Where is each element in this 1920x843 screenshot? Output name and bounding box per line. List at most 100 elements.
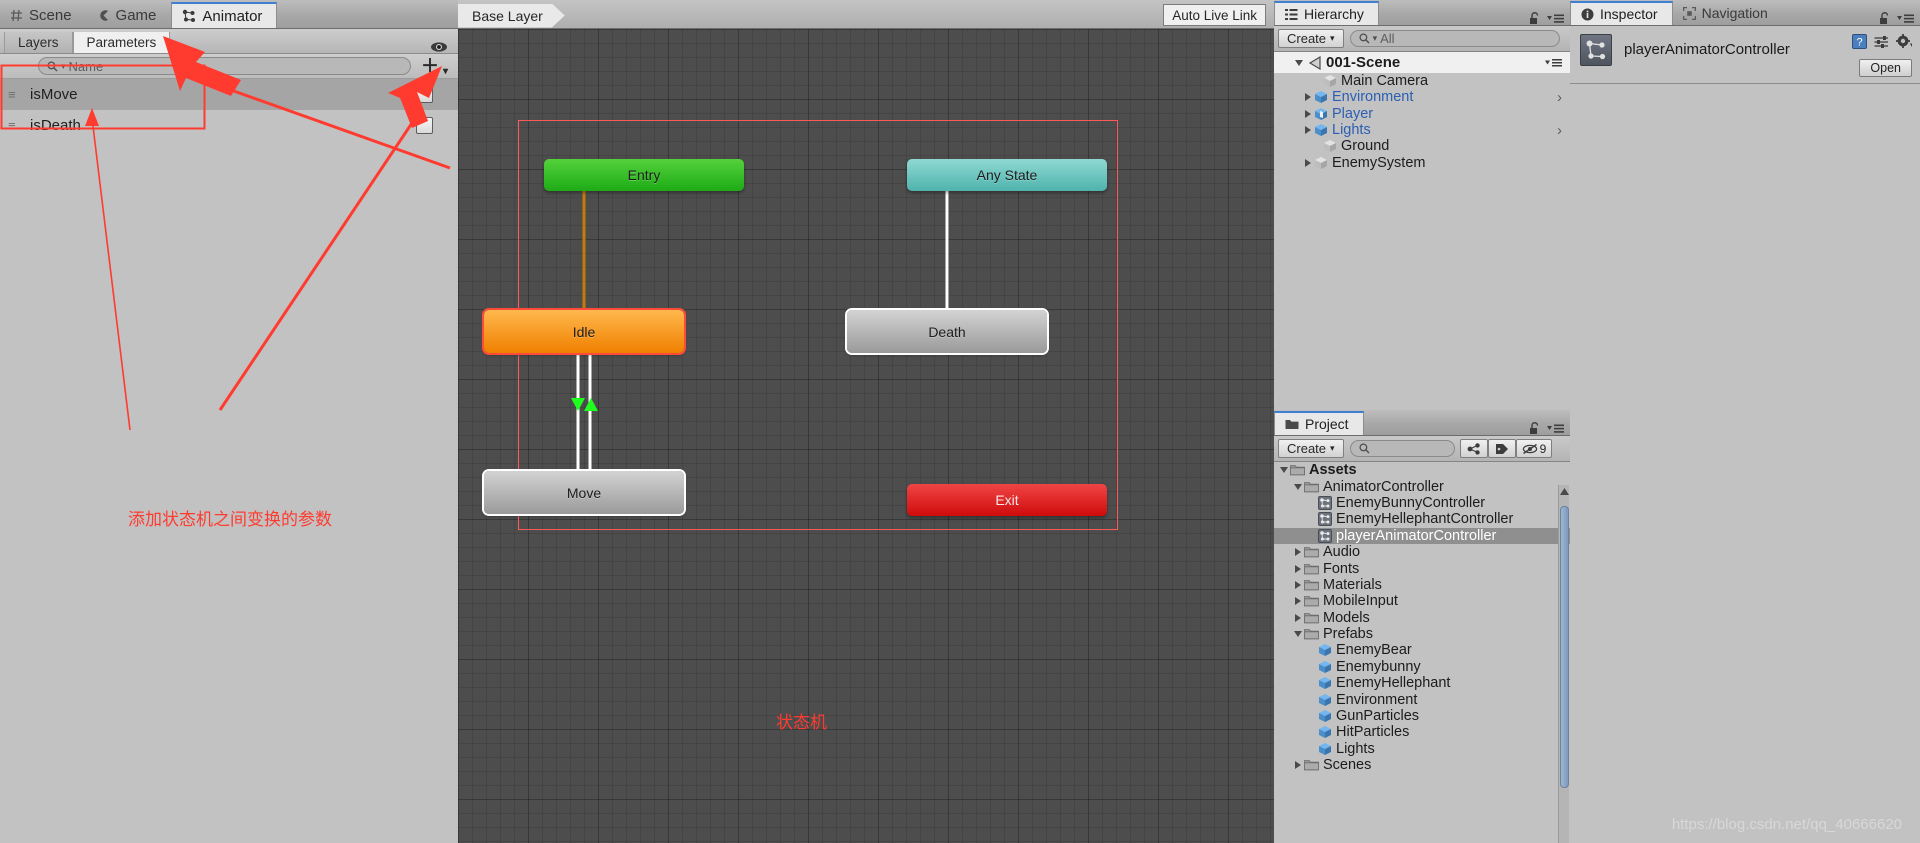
gear-icon[interactable]: ▾: [1896, 34, 1912, 49]
expand-arrow[interactable]: [1291, 597, 1304, 606]
scene-context-menu-icon[interactable]: [1545, 58, 1562, 68]
breadcrumb-base-layer[interactable]: Base Layer: [458, 4, 565, 28]
state-node-move[interactable]: Move: [484, 471, 684, 514]
project-row-gunparticles[interactable]: GunParticles: [1274, 708, 1570, 724]
tab-project[interactable]: Project: [1274, 411, 1364, 435]
layer-visibility-toggle[interactable]: [430, 41, 458, 53]
tab-inspector[interactable]: Inspector: [1570, 1, 1673, 25]
project-row-enemyhellephant[interactable]: EnemyHellephant: [1274, 675, 1570, 691]
hierarchy-scene-row[interactable]: 001-Scene: [1274, 52, 1570, 73]
project-row-playeranimatorcontroller[interactable]: playerAnimatorController: [1274, 527, 1570, 544]
hierarchy-row-enemysystem[interactable]: EnemySystem: [1292, 154, 1570, 171]
project-hidden-filter-button[interactable]: 9: [1515, 439, 1553, 458]
panel-menu-icon[interactable]: [1547, 13, 1564, 24]
hierarchy-row-main-camera[interactable]: Main Camera: [1292, 73, 1570, 89]
project-row-scenes[interactable]: Scenes: [1274, 757, 1570, 773]
subtab-parameters[interactable]: Parameters: [72, 32, 171, 53]
preset-icon[interactable]: [1874, 35, 1889, 49]
state-node-exit[interactable]: Exit: [907, 484, 1107, 516]
hierarchy-row-ground[interactable]: Ground: [1292, 138, 1570, 154]
help-icon[interactable]: ?: [1852, 34, 1867, 49]
tab-animator-label: Animator: [202, 7, 263, 25]
hierarchy-search-input[interactable]: ▾ All: [1349, 30, 1560, 47]
parameter-row-ismove[interactable]: ≡ isMove: [0, 79, 458, 110]
project-row-label: Scenes: [1323, 757, 1372, 774]
hierarchy-row-lights[interactable]: Lights ›: [1292, 122, 1570, 139]
project-tree[interactable]: Assets AnimatorController EnemyBunnyContro…: [1274, 462, 1570, 841]
hierarchy-create-button[interactable]: Create ▾: [1278, 29, 1344, 48]
animator-icon: [182, 9, 196, 23]
parameter-search-row: ▾ Name ＋ ▾: [0, 54, 458, 79]
project-panel: Project Create ▾ 9 Assets AnimatorContro…: [1274, 410, 1570, 843]
lock-icon[interactable]: [1879, 12, 1890, 25]
tab-navigation[interactable]: Navigation: [1673, 1, 1783, 25]
auto-live-link-button[interactable]: Auto Live Link: [1163, 4, 1266, 26]
expand-arrow[interactable]: [1291, 613, 1304, 622]
expand-arrow[interactable]: [1291, 564, 1304, 573]
grid-icon: [10, 9, 23, 22]
project-row-hitparticles[interactable]: HitParticles: [1274, 724, 1570, 740]
project-row-enemybear[interactable]: EnemyBear: [1274, 642, 1570, 658]
panel-menu-icon[interactable]: [1897, 13, 1914, 24]
expand-arrow[interactable]: [1291, 483, 1304, 490]
overflow-chevron-icon[interactable]: ›: [1557, 89, 1562, 106]
state-machine-canvas[interactable]: Entry Any State Idle Death Move Exit 状态机: [458, 29, 1274, 843]
hierarchy-row-player[interactable]: Player: [1292, 106, 1570, 122]
parameter-row-isdeath[interactable]: ≡ isDeath: [0, 110, 458, 141]
expand-arrow[interactable]: [1301, 158, 1314, 167]
overflow-chevron-icon[interactable]: ›: [1557, 122, 1562, 139]
hierarchy-row-environment[interactable]: Environment ›: [1292, 89, 1570, 106]
expand-arrow[interactable]: [1291, 631, 1304, 638]
project-row-models[interactable]: Models: [1274, 610, 1570, 626]
drag-handle-icon[interactable]: ≡: [8, 118, 30, 133]
expand-arrow[interactable]: [1301, 126, 1314, 135]
tab-animator[interactable]: Animator: [171, 2, 278, 28]
project-row-materials[interactable]: Materials: [1274, 577, 1570, 593]
tab-hierarchy[interactable]: Hierarchy: [1274, 1, 1379, 25]
scroll-up-arrow-icon[interactable]: [1560, 488, 1569, 495]
project-scrollbar-thumb[interactable]: [1560, 506, 1569, 788]
project-row-enemybunny[interactable]: Enemybunny: [1274, 659, 1570, 675]
expand-arrow[interactable]: [1291, 580, 1304, 589]
project-row-prefabs[interactable]: Prefabs: [1274, 626, 1570, 642]
add-parameter-button[interactable]: ＋ ▾: [417, 57, 452, 76]
tab-scene[interactable]: Scene: [0, 2, 87, 28]
expand-arrow[interactable]: [1301, 109, 1314, 118]
project-row-environment[interactable]: Environment: [1274, 691, 1570, 708]
parameter-search-input[interactable]: ▾ Name: [38, 57, 411, 75]
project-row-lights[interactable]: Lights: [1274, 741, 1570, 757]
state-node-entry[interactable]: Entry: [544, 159, 744, 191]
lock-icon[interactable]: [1529, 422, 1540, 435]
project-row-enemyhellephantcontroller[interactable]: EnemyHellephantController: [1274, 511, 1570, 527]
drag-handle-icon[interactable]: ≡: [8, 87, 30, 102]
expand-arrow[interactable]: [1277, 467, 1290, 474]
expand-arrow[interactable]: [1301, 93, 1314, 102]
parameter-checkbox-isdeath[interactable]: [416, 117, 433, 134]
hierarchy-tree[interactable]: 001-Scene Main Camera Environment › Player L…: [1274, 52, 1570, 395]
inspector-open-button[interactable]: Open: [1859, 59, 1912, 77]
state-node-death[interactable]: Death: [847, 310, 1047, 353]
project-row-enemybunnycontroller[interactable]: EnemyBunnyController: [1274, 495, 1570, 511]
project-label-filter-button[interactable]: [1487, 439, 1516, 458]
state-node-any-state[interactable]: Any State: [907, 159, 1107, 191]
lock-icon[interactable]: [1529, 12, 1540, 25]
folder-icon: [1304, 579, 1319, 591]
project-row-audio[interactable]: Audio: [1274, 544, 1570, 560]
state-node-idle[interactable]: Idle: [484, 310, 684, 353]
project-row-assets[interactable]: Assets: [1274, 462, 1570, 478]
project-favorites-filter-button[interactable]: [1459, 439, 1488, 458]
scene-expand-arrow[interactable]: [1292, 59, 1305, 66]
expand-arrow[interactable]: [1291, 548, 1304, 557]
project-create-button[interactable]: Create ▾: [1278, 439, 1344, 458]
project-row-mobileinput[interactable]: MobileInput: [1274, 593, 1570, 609]
parameter-checkbox-ismove[interactable]: [416, 86, 433, 103]
project-row-label: Audio: [1323, 544, 1361, 561]
expand-arrow[interactable]: [1291, 761, 1304, 770]
panel-menu-icon[interactable]: [1547, 423, 1564, 434]
project-scrollbar[interactable]: [1558, 485, 1569, 843]
project-row-animatorcontroller[interactable]: AnimatorController: [1274, 478, 1570, 495]
tab-game[interactable]: Game: [87, 2, 172, 28]
project-row-fonts[interactable]: Fonts: [1274, 560, 1570, 577]
subtab-layers[interactable]: Layers: [4, 32, 73, 53]
project-search-input[interactable]: [1349, 440, 1455, 457]
